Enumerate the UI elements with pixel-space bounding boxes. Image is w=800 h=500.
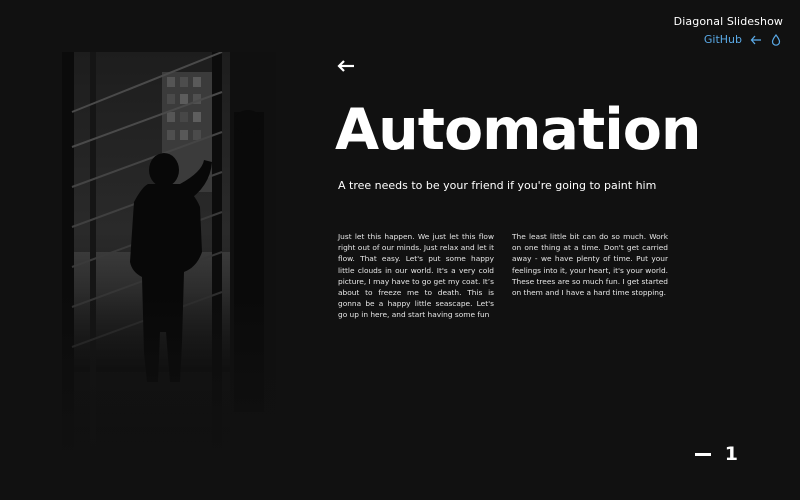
body-text-column: The least little bit can do so much. Wor… <box>512 232 668 298</box>
slide-number: 1 <box>724 443 738 465</box>
slideshow-page: Diagonal Slideshow GitHub Automation A t… <box>0 0 800 500</box>
slide-photo <box>62 52 276 450</box>
arrow-left-icon[interactable] <box>337 58 355 72</box>
slide-counter: 1 <box>694 443 738 465</box>
site-title: Diagonal Slideshow <box>673 15 783 28</box>
counter-dash <box>694 453 711 456</box>
drop-icon[interactable] <box>770 33 782 46</box>
body-text-column: Just let this happen. We just let this f… <box>338 232 494 320</box>
github-link[interactable]: GitHub <box>704 33 742 46</box>
header-links: GitHub <box>704 33 782 46</box>
arrow-left-icon[interactable] <box>750 34 762 46</box>
slide-title: Automation <box>335 97 701 163</box>
slide-subtitle: A tree needs to be your friend if you're… <box>338 179 657 192</box>
